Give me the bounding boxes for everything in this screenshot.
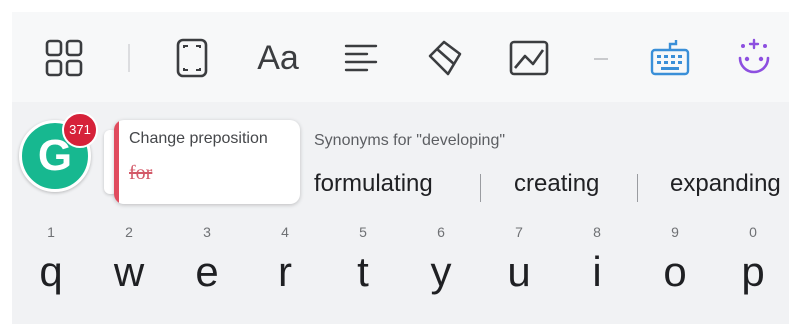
synonym-option[interactable]: expanding — [670, 170, 781, 198]
toolbar-divider — [128, 44, 130, 72]
key-o[interactable]: 9 o — [636, 212, 714, 324]
key-number-hint: 2 — [125, 224, 133, 240]
key-letter: r — [278, 248, 292, 295]
synonym-option[interactable]: formulating — [314, 170, 433, 198]
key-i[interactable]: 8 i — [558, 212, 636, 324]
key-number-hint: 0 — [749, 224, 757, 240]
key-number-hint: 1 — [47, 224, 55, 240]
font-glyph: Aa — [257, 38, 299, 77]
key-number-hint: 5 — [359, 224, 367, 240]
key-letter: q — [39, 248, 63, 295]
key-letter: e — [195, 248, 219, 295]
suggestion-count-badge: 371 — [62, 112, 98, 148]
key-number-hint: 9 — [671, 224, 679, 240]
key-q[interactable]: 1 q — [12, 212, 90, 324]
face-sparkle-icon[interactable] — [730, 34, 778, 82]
key-letter: p — [741, 248, 765, 295]
key-p[interactable]: 0 p — [714, 212, 789, 324]
image-icon[interactable] — [505, 34, 553, 82]
key-number-hint: 6 — [437, 224, 445, 240]
removed-word: for — [129, 162, 153, 184]
key-number-hint: 7 — [515, 224, 523, 240]
key-y[interactable]: 6 y — [402, 212, 480, 324]
key-u[interactable]: 7 u — [480, 212, 558, 324]
key-letter: y — [430, 248, 452, 295]
key-letter: o — [663, 248, 687, 295]
eraser-icon[interactable] — [422, 34, 470, 82]
key-e[interactable]: 3 e — [168, 212, 246, 324]
card-accent-bar — [114, 120, 119, 204]
keyboard-icon[interactable] — [646, 34, 694, 82]
key-r[interactable]: 4 r — [246, 212, 324, 324]
key-number-hint: 8 — [593, 224, 601, 240]
synonym-divider — [637, 174, 638, 202]
card-title: Change preposition — [129, 130, 268, 147]
key-letter: i — [592, 248, 602, 295]
key-w[interactable]: 2 w — [90, 212, 168, 324]
toolbar-dash — [594, 58, 608, 60]
key-letter: t — [357, 248, 369, 295]
keyboard-panel: Aa G 371 Change preposition for Synonyms… — [12, 12, 789, 324]
align-left-icon[interactable] — [337, 34, 385, 82]
apps-grid-icon[interactable] — [40, 34, 88, 82]
synonym-divider — [480, 174, 481, 202]
key-row-top: 1 q 2 w 3 e 4 r 5 t 6 y 7 u 8 i 9 o 0 p — [12, 212, 789, 324]
synonym-option[interactable]: creating — [514, 170, 599, 198]
key-t[interactable]: 5 t — [324, 212, 402, 324]
fullscreen-icon[interactable] — [168, 34, 216, 82]
key-letter: u — [507, 248, 531, 295]
key-number-hint: 3 — [203, 224, 211, 240]
keyboard-toolbar: Aa — [12, 12, 789, 102]
key-letter: w — [113, 248, 145, 295]
font-icon[interactable]: Aa — [254, 34, 302, 82]
synonyms-heading: Synonyms for "developing" — [314, 132, 506, 149]
key-number-hint: 4 — [281, 224, 289, 240]
grammar-suggestion-card[interactable]: Change preposition for — [114, 120, 300, 204]
